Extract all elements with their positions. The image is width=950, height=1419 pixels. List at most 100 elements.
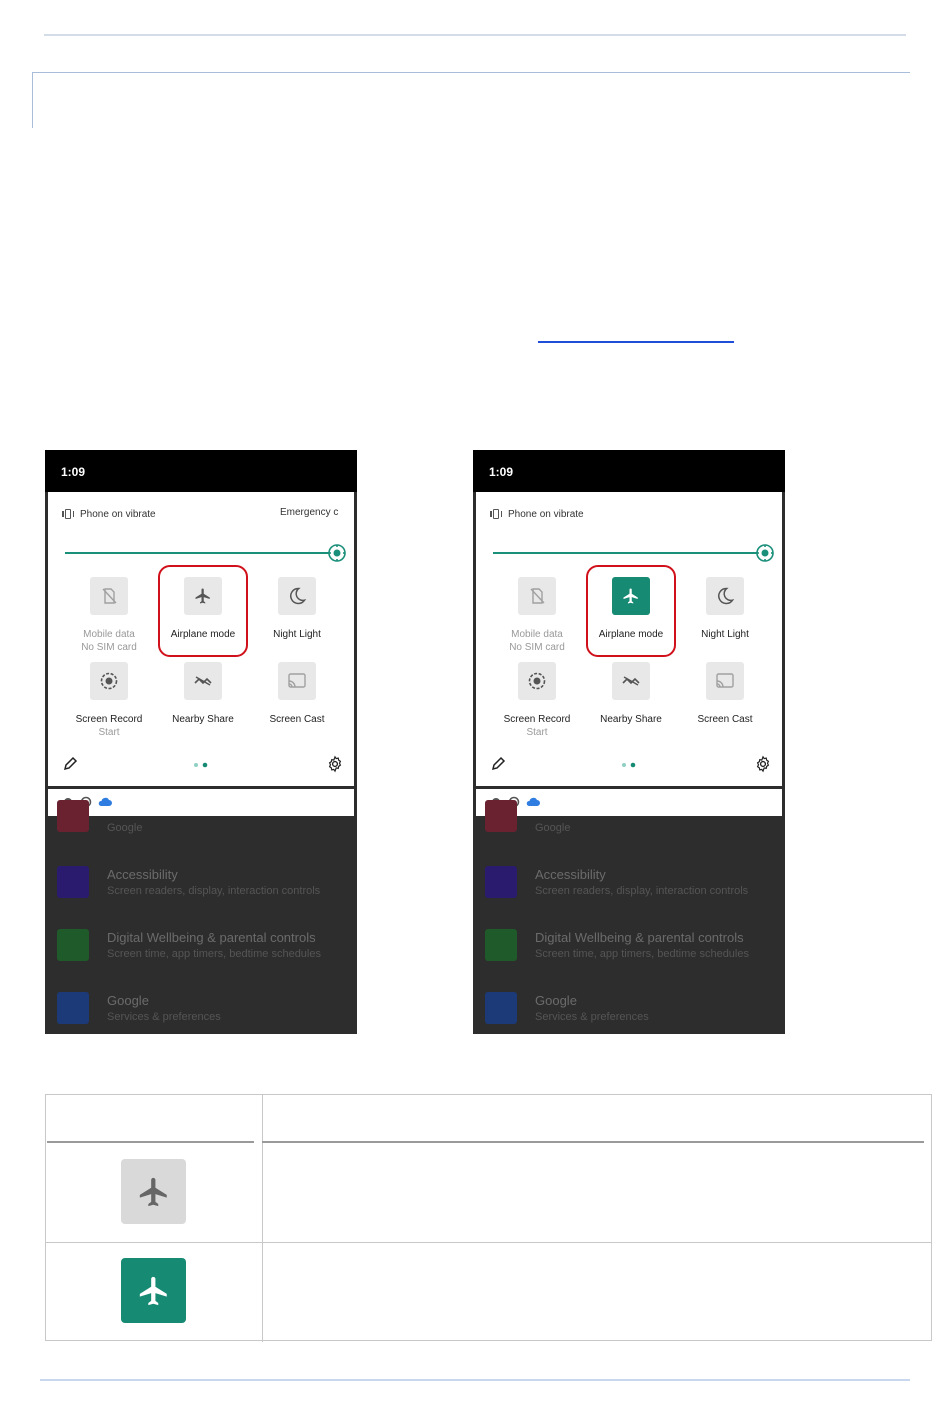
accessibility-icon [485,866,517,898]
list-item-title: Digital Wellbeing & parental controls [107,930,316,945]
tile-sub: Start [526,727,548,738]
list-item-title: Accessibility [535,867,606,882]
list-item-sub: Screen readers, display, interaction con… [107,885,321,897]
row-divider [46,1242,932,1243]
tile-mobile-data[interactable]: Mobile data No SIM card [69,577,149,657]
section-frame [32,72,910,128]
gear-icon[interactable] [754,755,772,773]
list-item-title: Digital Wellbeing & parental controls [535,930,744,945]
moon-icon [278,577,316,615]
tile-screen-cast[interactable]: Screen Cast [257,662,337,742]
record-icon [90,662,128,700]
tile-label: Nearby Share [172,714,234,725]
google-account-icon [57,800,89,832]
status-bar: 1:09 [45,450,357,492]
gear-icon[interactable] [326,755,344,773]
list-item: Google Services & preferences [57,992,357,1034]
hyperlink-underline[interactable] [538,341,734,343]
phone-screenshot-airplane-off: 1:09 Phone on vibrate Emergency c Mobile… [45,450,357,1034]
list-item: Accessibility Screen readers, display, i… [57,866,357,910]
record-icon [518,662,556,700]
list-item-sub: Screen time, app timers, bedtime schedul… [535,948,749,960]
google-icon [485,992,517,1024]
list-item-title: Google [535,993,577,1008]
status-time: 1:09 [61,465,86,479]
header-underline [262,1141,924,1143]
tile-mobile-data[interactable]: Mobile data No SIM card [497,577,577,657]
footer-rule [40,1379,910,1381]
tile-label: Night Light [273,629,321,640]
tile-nearby-share[interactable]: Nearby Share [591,662,671,742]
wellbeing-icon [485,929,517,961]
tile-night-light[interactable]: Night Light [685,577,765,657]
status-bar: 1:09 [473,450,785,492]
list-item: Google [57,800,357,852]
no-sim-icon [90,577,128,615]
brightness-icon[interactable] [328,544,346,562]
tile-label: Mobile data [83,629,135,640]
tile-label: Night Light [701,629,749,640]
pencil-icon[interactable] [490,756,506,772]
list-item: Google [485,800,785,852]
vibrate-status: Phone on vibrate [62,507,156,521]
tile-label: Screen Record [75,714,143,725]
tile-label: Mobile data [511,629,563,640]
brightness-slider[interactable] [65,552,333,554]
google-account-icon [485,800,517,832]
nearby-share-icon [612,662,650,700]
tile-night-light[interactable]: Night Light [257,577,337,657]
cast-icon [706,662,744,700]
vibrate-icon [490,509,502,519]
tile-label: Screen Cast [269,714,325,725]
icon-state-table [45,1094,932,1342]
quick-settings-panel: Phone on vibrate Emergency c Mobile data… [48,492,354,786]
column-divider [262,1095,263,1342]
vibrate-icon [62,509,74,519]
moon-icon [706,577,744,615]
header-underline [47,1141,254,1143]
page-indicator [194,762,208,768]
tile-sub: No SIM card [81,642,137,653]
airplane-highlight-ring [586,565,676,657]
tile-nearby-share[interactable]: Nearby Share [163,662,243,742]
airplane-highlight-ring [158,565,248,657]
accessibility-icon [57,866,89,898]
list-item-sub: Services & preferences [107,1011,221,1023]
quick-settings-panel: Phone on vibrate Mobile data No SIM card… [476,492,782,786]
tile-label: Nearby Share [600,714,662,725]
brightness-icon[interactable] [756,544,774,562]
tile-sub: No SIM card [509,642,565,653]
list-item: Digital Wellbeing & parental controls Sc… [485,929,785,973]
vibrate-label: Phone on vibrate [508,508,584,520]
airplane-on-icon [121,1258,186,1323]
header-rule [44,34,906,36]
list-item-sub: Google [535,822,571,834]
tile-label: Screen Record [503,714,571,725]
cast-icon [278,662,316,700]
page-indicator [622,762,636,768]
tile-label: Screen Cast [697,714,753,725]
tile-screen-record[interactable]: Screen Record Start [497,662,577,742]
list-item-title: Google [107,993,149,1008]
pencil-icon[interactable] [62,756,78,772]
wellbeing-icon [57,929,89,961]
list-item-sub: Google [107,822,143,834]
brightness-slider[interactable] [493,552,761,554]
cloud-icon [98,797,112,806]
tile-screen-record[interactable]: Screen Record Start [69,662,149,742]
no-sim-icon [518,577,556,615]
phone-screenshot-airplane-on: 1:09 Phone on vibrate Mobile data No SIM… [473,450,785,1034]
tile-screen-cast[interactable]: Screen Cast [685,662,765,742]
list-item-sub: Services & preferences [535,1011,649,1023]
emergency-label[interactable]: Emergency c [280,507,338,518]
list-item: Accessibility Screen readers, display, i… [485,866,785,910]
list-item: Digital Wellbeing & parental controls Sc… [57,929,357,973]
nearby-share-icon [184,662,222,700]
vibrate-status: Phone on vibrate [490,507,584,521]
airplane-off-icon [121,1159,186,1224]
list-item-sub: Screen time, app timers, bedtime schedul… [107,948,321,960]
google-icon [57,992,89,1024]
status-time: 1:09 [489,465,514,479]
cloud-icon [526,797,540,806]
tile-sub: Start [98,727,120,738]
